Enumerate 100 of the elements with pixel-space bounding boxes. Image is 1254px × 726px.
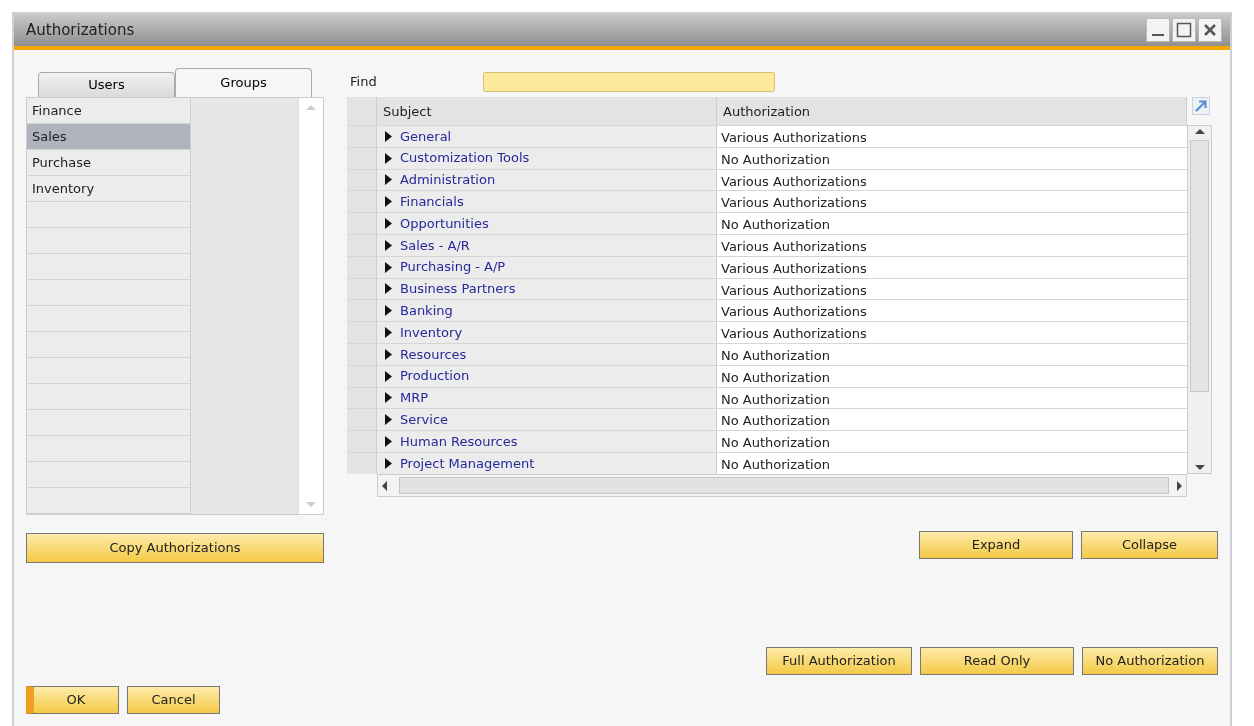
- find-label: Find: [349, 73, 378, 92]
- copy-authorizations-button[interactable]: Copy Authorizations: [26, 533, 324, 563]
- row-header-cell[interactable]: [347, 169, 377, 191]
- empty-list-row[interactable]: [27, 410, 190, 436]
- expand-triangle-icon[interactable]: [384, 261, 393, 273]
- authorization-cell: Various Authorizations: [717, 169, 1187, 191]
- expand-triangle-icon[interactable]: [384, 348, 393, 360]
- group-item[interactable]: Purchase: [27, 150, 190, 176]
- authorization-level-button[interactable]: Full Authorization: [766, 647, 912, 675]
- empty-list-row[interactable]: [27, 436, 190, 462]
- expand-triangle-icon[interactable]: [384, 305, 393, 317]
- minimize-icon: [1152, 34, 1164, 36]
- row-header-cell[interactable]: [347, 452, 377, 474]
- subject-link[interactable]: Resources: [400, 344, 467, 365]
- empty-list-row[interactable]: [27, 384, 190, 410]
- empty-list-row[interactable]: [27, 358, 190, 384]
- maximize-icon: [1176, 22, 1192, 38]
- subject-link[interactable]: Banking: [400, 301, 453, 321]
- close-icon: [1203, 23, 1217, 37]
- empty-list-row[interactable]: [27, 488, 190, 514]
- subject-link[interactable]: MRP: [400, 388, 429, 408]
- authorization-level-button[interactable]: Read Only: [920, 647, 1074, 675]
- expand-triangle-icon[interactable]: [384, 130, 393, 142]
- find-field[interactable]: [483, 72, 775, 92]
- minimize-button[interactable]: [1146, 18, 1170, 42]
- expand-triangle-icon[interactable]: [384, 457, 393, 469]
- expand-triangle-icon[interactable]: [384, 436, 393, 448]
- empty-list-row[interactable]: [27, 306, 190, 332]
- expand-button[interactable]: Expand: [919, 531, 1073, 559]
- row-header-cell[interactable]: [347, 147, 377, 169]
- authorization-cell: Various Authorizations: [717, 126, 1187, 147]
- authorization-cell: No Authorization: [717, 213, 1187, 234]
- row-header-cell[interactable]: [347, 322, 377, 343]
- row-header-cell[interactable]: [347, 409, 377, 431]
- scroll-up-icon[interactable]: [1194, 129, 1205, 134]
- authorization-cell: No Authorization: [717, 452, 1187, 474]
- empty-list-row[interactable]: [27, 462, 190, 488]
- authorization-cell: No Authorization: [717, 343, 1187, 365]
- row-header-cell[interactable]: [347, 213, 377, 234]
- row-header-cell[interactable]: [347, 235, 377, 256]
- maximize-button[interactable]: [1172, 18, 1196, 42]
- empty-list-row[interactable]: [27, 332, 190, 358]
- row-header-cell[interactable]: [347, 365, 377, 387]
- column-header[interactable]: Subject: [377, 97, 717, 125]
- row-header-cell[interactable]: [347, 191, 377, 213]
- expand-arrow-icon[interactable]: [1192, 97, 1210, 115]
- row-header-cell[interactable]: [347, 431, 377, 452]
- subject-link[interactable]: General: [400, 126, 452, 147]
- row-header-cell[interactable]: [347, 300, 377, 322]
- authorization-cell: No Authorization: [717, 431, 1187, 452]
- expand-triangle-icon[interactable]: [384, 196, 393, 208]
- tab[interactable]: Groups: [175, 68, 312, 97]
- collapse-button[interactable]: Collapse: [1081, 531, 1218, 559]
- scroll-down-icon[interactable]: [1194, 465, 1205, 470]
- expand-triangle-icon[interactable]: [384, 327, 393, 339]
- tab[interactable]: Users: [38, 72, 175, 97]
- vertical-scrollbar[interactable]: [1187, 125, 1212, 474]
- empty-list-row[interactable]: [27, 280, 190, 306]
- expand-triangle-icon[interactable]: [384, 152, 393, 164]
- scroll-thumb[interactable]: [399, 477, 1169, 494]
- authorization-cell: Various Authorizations: [717, 278, 1187, 300]
- empty-list-row[interactable]: [27, 202, 190, 228]
- scroll-thumb[interactable]: [1190, 140, 1209, 392]
- empty-list-row[interactable]: [27, 228, 190, 254]
- authorization-cell: No Authorization: [717, 147, 1187, 169]
- row-header-cell[interactable]: [347, 126, 377, 147]
- ok-button[interactable]: OK: [26, 686, 119, 714]
- expand-triangle-icon[interactable]: [384, 174, 393, 186]
- authorization-level-button[interactable]: No Authorization: [1082, 647, 1218, 675]
- scroll-left-icon[interactable]: [382, 480, 387, 491]
- window-title: Authorizations: [26, 19, 135, 41]
- row-header-cell[interactable]: [347, 387, 377, 409]
- expand-triangle-icon[interactable]: [384, 239, 393, 251]
- authorization-cell: Various Authorizations: [717, 235, 1187, 256]
- horizontal-scrollbar[interactable]: [377, 474, 1187, 497]
- column-header[interactable]: Authorization: [717, 97, 1187, 125]
- row-header-cell[interactable]: [347, 343, 377, 365]
- row-header-cell[interactable]: [347, 256, 377, 278]
- close-button[interactable]: [1198, 18, 1222, 42]
- empty-list-row[interactable]: [27, 254, 190, 280]
- authorization-cell: No Authorization: [717, 409, 1187, 431]
- expand-triangle-icon[interactable]: [384, 370, 393, 382]
- cancel-button[interactable]: Cancel: [127, 686, 220, 714]
- scroll-right-icon[interactable]: [1177, 480, 1182, 491]
- authorization-cell: No Authorization: [717, 387, 1187, 409]
- authorization-cell: Various Authorizations: [717, 256, 1187, 278]
- row-header-cell[interactable]: [347, 278, 377, 300]
- group-item[interactable]: Sales: [27, 124, 190, 150]
- expand-triangle-icon[interactable]: [384, 218, 393, 230]
- subject-link[interactable]: Service: [400, 410, 449, 430]
- group-item[interactable]: Inventory: [27, 176, 190, 202]
- expand-triangle-icon[interactable]: [384, 414, 393, 426]
- subject-link[interactable]: Inventory: [400, 322, 463, 343]
- authorization-cell: Various Authorizations: [717, 322, 1187, 343]
- authorization-cell: Various Authorizations: [717, 300, 1187, 322]
- expand-triangle-icon[interactable]: [384, 392, 393, 404]
- subject-link[interactable]: Financials: [400, 192, 464, 212]
- expand-triangle-icon[interactable]: [384, 283, 393, 295]
- group-item[interactable]: Finance: [27, 98, 190, 124]
- subject-link[interactable]: Production: [400, 366, 470, 386]
